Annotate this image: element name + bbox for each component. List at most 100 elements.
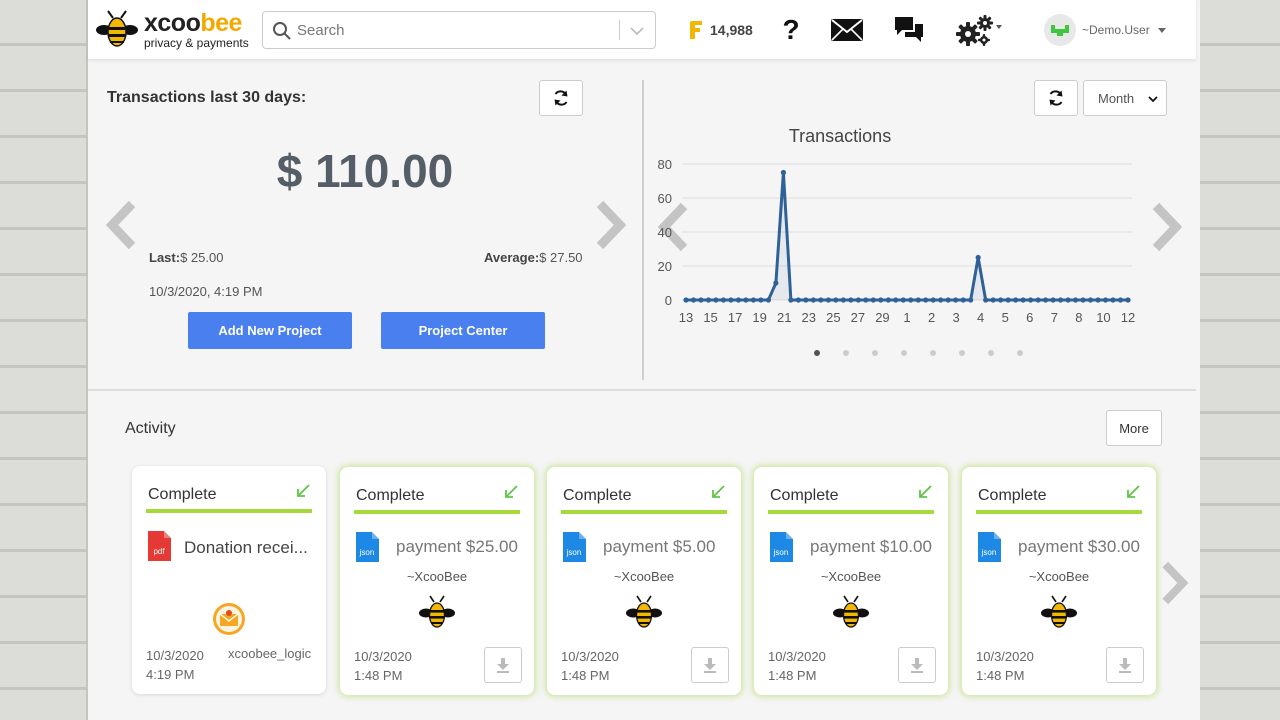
download-icon bbox=[1119, 658, 1131, 673]
card-status-bar bbox=[146, 509, 312, 513]
x-tick-label: 19 bbox=[752, 310, 766, 325]
pager-dot[interactable] bbox=[872, 350, 878, 356]
period-select[interactable]: Month bbox=[1083, 80, 1167, 116]
more-button[interactable]: More bbox=[1106, 410, 1162, 446]
user-avatar-icon bbox=[1051, 25, 1069, 36]
card-date: 10/3/2020 bbox=[561, 649, 619, 664]
last-value: $ 25.00 bbox=[180, 250, 224, 265]
file-type-label: json bbox=[981, 548, 997, 557]
series-line bbox=[686, 172, 1128, 302]
data-point bbox=[870, 297, 876, 303]
add-new-project-button[interactable]: Add New Project bbox=[188, 312, 352, 349]
search-separator bbox=[619, 20, 620, 40]
average-label: Average: bbox=[484, 250, 540, 265]
background-wall-right bbox=[1200, 0, 1280, 720]
xcoobee-logo[interactable]: xcoobee privacy & payments bbox=[96, 8, 256, 52]
x-tick-label: 3 bbox=[952, 310, 959, 325]
points-balance[interactable]: 14,988 bbox=[686, 18, 753, 42]
pager-dot[interactable] bbox=[959, 350, 965, 356]
data-point bbox=[990, 297, 996, 303]
incoming-arrow-icon bbox=[916, 483, 934, 501]
summary-refresh-button[interactable] bbox=[539, 80, 583, 116]
next-arrow-icon[interactable] bbox=[594, 200, 628, 250]
y-tick-label: 40 bbox=[658, 225, 672, 240]
activity-card[interactable]: Complete pdf Donation recei... 10/3/2020 4:1… bbox=[132, 466, 326, 694]
chevron-down-icon[interactable] bbox=[629, 23, 645, 39]
chat-bubbles-icon bbox=[895, 17, 923, 42]
activity-card[interactable]: Complete json payment $10.00 ~XcooBee 10/3/2… bbox=[754, 467, 948, 695]
brand-tagline: privacy & payments bbox=[144, 36, 249, 50]
data-point bbox=[1035, 297, 1041, 303]
average-transaction: Average:$ 27.50 bbox=[484, 250, 583, 265]
card-status: Complete bbox=[770, 487, 839, 504]
x-tick-label: 13 bbox=[679, 310, 693, 325]
pager-dot[interactable] bbox=[843, 350, 849, 356]
x-tick-label: 15 bbox=[703, 310, 717, 325]
json-file-icon: json bbox=[978, 532, 1001, 562]
data-point bbox=[998, 297, 1004, 303]
incoming-arrow-icon bbox=[294, 482, 312, 500]
file-type-label: json bbox=[773, 548, 789, 557]
card-status-bar bbox=[976, 510, 1142, 514]
data-point bbox=[1080, 297, 1086, 303]
x-tick-label: 23 bbox=[802, 310, 816, 325]
data-point bbox=[818, 297, 824, 303]
settings-menu[interactable] bbox=[954, 14, 1004, 46]
file-type-label: json bbox=[359, 548, 375, 557]
download-button[interactable] bbox=[1106, 647, 1144, 683]
card-date: 10/3/2020 bbox=[354, 649, 412, 664]
pager-dot[interactable] bbox=[930, 350, 936, 356]
card-status: Complete bbox=[148, 486, 217, 503]
pager-dot[interactable] bbox=[814, 350, 820, 356]
caret-down-icon bbox=[1157, 27, 1166, 33]
activity-card[interactable]: Complete json payment $30.00 ~XcooBee 10/3/2… bbox=[962, 467, 1156, 695]
data-point bbox=[945, 297, 951, 303]
project-center-button[interactable]: Project Center bbox=[381, 312, 545, 349]
x-tick-label: 17 bbox=[728, 310, 742, 325]
activity-card[interactable]: Complete json payment $5.00 ~XcooBee 10/3/20… bbox=[547, 467, 741, 695]
data-point bbox=[698, 297, 704, 303]
download-button[interactable] bbox=[898, 647, 936, 683]
card-sender: ~XcooBee bbox=[820, 569, 882, 584]
period-select-value: Month bbox=[1098, 90, 1135, 106]
card-payment: payment $5.00 bbox=[603, 537, 716, 556]
activity-next-arrow-icon[interactable] bbox=[1160, 560, 1190, 606]
pager-dot[interactable] bbox=[1017, 350, 1023, 356]
user-menu[interactable]: ~Demo.User bbox=[1044, 12, 1166, 48]
incoming-arrow-icon bbox=[502, 483, 520, 501]
help-button[interactable]: ? bbox=[774, 14, 808, 46]
pdf-file-icon: pdf bbox=[148, 531, 171, 561]
data-point bbox=[855, 297, 861, 303]
data-point bbox=[1042, 297, 1049, 303]
y-tick-label: 0 bbox=[665, 293, 672, 308]
data-point bbox=[1057, 297, 1064, 303]
messages-button[interactable] bbox=[830, 14, 864, 46]
search-input[interactable] bbox=[297, 18, 607, 42]
refresh-icon bbox=[554, 90, 568, 106]
data-point bbox=[848, 297, 854, 303]
chat-button[interactable] bbox=[892, 14, 926, 46]
card-time: 1:48 PM bbox=[354, 668, 403, 683]
pager-dot[interactable] bbox=[988, 350, 994, 356]
data-point bbox=[878, 297, 884, 303]
search-box[interactable] bbox=[262, 11, 656, 49]
y-tick-label: 20 bbox=[658, 259, 672, 274]
data-point bbox=[1050, 297, 1056, 303]
data-point bbox=[923, 297, 929, 303]
prev-arrow-icon[interactable] bbox=[104, 200, 138, 250]
total-amount: $ 110.00 bbox=[276, 145, 454, 197]
data-point bbox=[788, 297, 794, 303]
download-button[interactable] bbox=[691, 647, 729, 683]
chart-refresh-button[interactable] bbox=[1034, 80, 1078, 116]
download-button[interactable] bbox=[484, 647, 522, 683]
data-point bbox=[750, 297, 757, 303]
data-point bbox=[863, 297, 869, 303]
data-point bbox=[1125, 297, 1131, 303]
data-point bbox=[1005, 297, 1011, 303]
download-icon bbox=[911, 658, 923, 673]
activity-card[interactable]: Complete json payment $25.00 ~XcooBee 10/3/2… bbox=[340, 467, 534, 695]
x-tick-label: 29 bbox=[875, 310, 889, 325]
pager-dot[interactable] bbox=[901, 350, 907, 356]
app-window: xcoobee privacy & payments 14,988 ? bbox=[88, 0, 1200, 720]
data-point bbox=[705, 297, 712, 303]
